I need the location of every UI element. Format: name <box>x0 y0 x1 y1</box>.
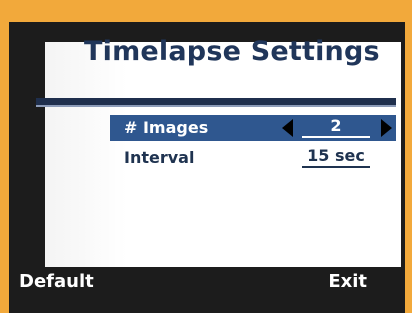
setting-row-images[interactable]: # Images 2 <box>110 115 396 141</box>
left-triangle-icon[interactable] <box>282 119 293 137</box>
softkey-bar: Default Exit <box>9 267 405 297</box>
title-divider <box>36 98 396 105</box>
title-divider-highlight <box>36 105 396 107</box>
setting-value-images[interactable]: 2 <box>302 116 370 138</box>
setting-row-interval[interactable]: Interval 15 sec <box>110 145 396 171</box>
default-button[interactable]: Default <box>19 271 94 292</box>
setting-label: # Images <box>124 118 209 137</box>
setting-value-interval[interactable]: 15 sec <box>302 146 370 168</box>
setting-label: Interval <box>124 148 195 167</box>
page-title: Timelapse Settings <box>84 36 380 67</box>
exit-button[interactable]: Exit <box>328 271 367 292</box>
right-triangle-icon[interactable] <box>381 119 392 137</box>
